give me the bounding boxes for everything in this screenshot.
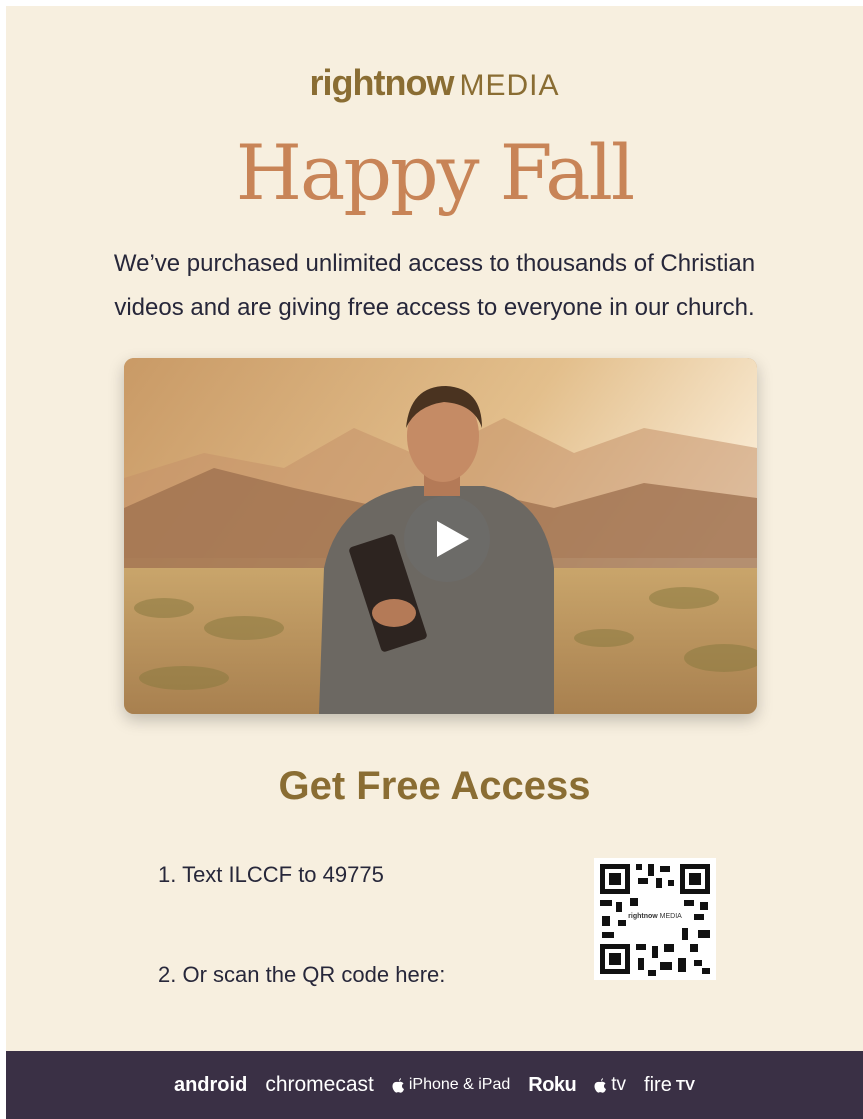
logo-sub-text: MEDIA	[459, 69, 560, 102]
logo-main-text: rightnow	[309, 62, 455, 103]
platform-apple-tv-label: tv	[611, 1074, 627, 1095]
rightnow-media-logo: rightnow MEDIA	[6, 62, 863, 104]
platform-roku: Roku	[528, 1073, 577, 1096]
platform-fire-label: fire	[644, 1073, 672, 1096]
qr-code[interactable]: rightnow MEDIA	[594, 858, 716, 980]
platform-chromecast: chromecast	[265, 1073, 374, 1096]
video-player[interactable]	[124, 358, 757, 714]
intro-line-2: videos and are giving free access to eve…	[114, 294, 755, 321]
platform-apple-tv: tv	[594, 1074, 626, 1096]
apple-icon	[392, 1077, 404, 1093]
platform-iphone-ipad: iPhone & iPad	[392, 1076, 510, 1094]
play-button[interactable]	[404, 496, 490, 582]
platform-android: android	[173, 1073, 248, 1096]
apple-tv-icon	[594, 1077, 607, 1093]
text-instruction: 1. Text ILCCF to 49775	[158, 862, 384, 887]
qr-logo-main: rightnow	[628, 913, 658, 920]
platform-fire-tv-label: TV	[675, 1076, 696, 1094]
page-title: Happy Fall	[235, 128, 635, 217]
qr-instruction: 2. Or scan the QR code here:	[158, 962, 446, 987]
get-access-heading: Get Free Access	[278, 764, 591, 808]
platform-footer: android chromecast iPhone & iPad Roku tv…	[6, 1051, 863, 1119]
qr-logo-sub: MEDIA	[659, 913, 682, 920]
promo-page: rightnow MEDIA Happy Fall We’ve purchased…	[6, 6, 863, 1119]
qr-center-logo: rightnow MEDIA	[626, 913, 684, 920]
platform-fire-tv: fire TV	[644, 1074, 695, 1097]
intro-text: We’ve purchased unlimited access to thou…	[46, 242, 823, 330]
platform-iphone-label: iPhone & iPad	[408, 1076, 511, 1093]
intro-line-1: We’ve purchased unlimited access to thou…	[113, 250, 756, 277]
